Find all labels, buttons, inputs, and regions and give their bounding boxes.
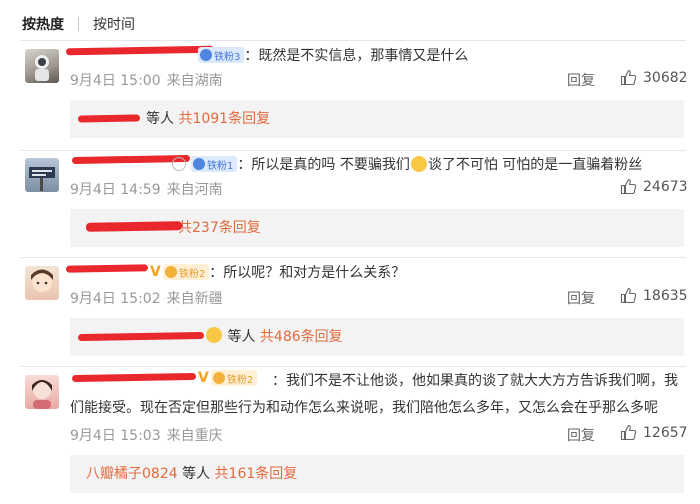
view-replies-link[interactable]: 共161条回复 xyxy=(215,466,298,482)
comment-text: ：既然是不实信息，那事情又是什么 xyxy=(244,48,469,64)
comment-location: 来自湖南 xyxy=(166,73,223,89)
thumbs-up-icon xyxy=(620,424,637,441)
reply-summary[interactable]: 等人 共1091条回复 xyxy=(70,100,684,138)
avatar[interactable] xyxy=(25,158,59,192)
reply-summary-mid: 等人 xyxy=(182,466,211,482)
redacted-username xyxy=(65,45,215,56)
thumbs-up-icon xyxy=(620,178,637,195)
fan-badge-label: 铁粉3 xyxy=(214,51,241,63)
comment-date: 9月4日 15:00 xyxy=(70,73,161,89)
tab-by-popularity[interactable]: 按热度 xyxy=(22,14,64,34)
view-replies-link[interactable]: 共1091条回复 xyxy=(178,111,270,127)
tab-separator xyxy=(78,17,79,31)
girl-avatar-icon xyxy=(31,269,53,292)
fan-badge: 铁粉2 xyxy=(162,264,210,280)
reply-button[interactable]: 回复 xyxy=(567,425,595,445)
comment-text: ：所以呢？和对方是什么关系？ xyxy=(209,265,406,281)
fan-badge-label: 铁粉2 xyxy=(178,268,206,280)
redacted-reply-user xyxy=(77,114,141,123)
comment-location: 来自河南 xyxy=(166,182,223,198)
comment-divider xyxy=(20,150,686,151)
verified-icon: V xyxy=(150,264,161,280)
view-replies-link[interactable]: 共486条回复 xyxy=(260,329,343,345)
portrait-avatar-icon xyxy=(32,380,52,409)
sign-avatar-icon xyxy=(29,167,55,191)
fan-badge: 铁粉1 xyxy=(191,156,238,172)
comment-date: 9月4日 15:03 xyxy=(70,428,161,444)
top-divider xyxy=(20,40,686,41)
like-button[interactable]: 18635 xyxy=(620,287,688,304)
reply-summary-mid: 等人 xyxy=(146,111,174,127)
fan-badge-icon xyxy=(193,158,205,170)
fan-badge: 铁粉3 xyxy=(198,47,245,63)
comment-location: 来自新疆 xyxy=(166,291,223,307)
fan-badge-icon xyxy=(200,49,212,61)
comment-meta: 9月4日 14:59 来自河南 xyxy=(70,179,223,199)
privacy-icon xyxy=(172,157,186,171)
reply-summary[interactable]: 共237条回复 xyxy=(70,209,684,247)
reply-summary-mid: 等人 xyxy=(227,329,256,345)
thumbs-up-icon xyxy=(620,69,637,86)
crying-emoji-icon xyxy=(410,156,427,172)
like-count: 12657 xyxy=(643,424,688,441)
fan-badge-label: 铁粉1 xyxy=(207,160,234,172)
comment-meta: 9月4日 15:02 来自新疆 xyxy=(70,288,223,308)
redacted-reply-user xyxy=(77,331,205,342)
emoji-icon xyxy=(206,327,222,343)
comment-text-continued: 谈了不可怕 可怕的是一直骗着粉丝 xyxy=(427,157,643,173)
fan-badge-icon xyxy=(164,266,177,278)
comment-header: V 铁粉2 ：所以呢？和对方是什么关系？ xyxy=(148,262,405,282)
avatar[interactable] xyxy=(25,49,59,83)
like-count: 30682 xyxy=(643,69,688,86)
reply-summary[interactable]: 八瓣橘子0824 等人 共161条回复 xyxy=(70,455,684,493)
comment-location: 来自重庆 xyxy=(166,428,223,444)
reply-user-link[interactable]: 八瓣橘子0824 xyxy=(86,466,178,482)
comment-divider xyxy=(20,366,686,367)
comment-header: 铁粉1 ：所以是真的吗 不要骗我们 谈了不可怕 可怕的是一直骗着粉丝 xyxy=(172,154,642,174)
reply-button[interactable]: 回复 xyxy=(567,288,595,308)
comment-meta: 9月4日 15:00 来自湖南 xyxy=(70,70,223,90)
avatar[interactable] xyxy=(25,266,59,300)
comment-header: 铁粉3 ：既然是不实信息，那事情又是什么 xyxy=(196,45,468,65)
redacted-username xyxy=(65,264,149,273)
comment-meta: 9月4日 15:03 来自重庆 xyxy=(70,425,223,445)
like-count: 24673 xyxy=(643,178,688,195)
avatar[interactable] xyxy=(25,375,59,409)
comment-divider xyxy=(20,257,686,258)
reply-summary[interactable]: 等人 共486条回复 xyxy=(70,318,684,356)
thumbs-up-icon xyxy=(620,287,637,304)
sort-tabs: 按热度 按时间 xyxy=(22,12,153,36)
like-button[interactable]: 24673 xyxy=(620,178,688,195)
like-count: 18635 xyxy=(643,287,688,304)
comment-text: ：所以是真的吗 不要骗我们 xyxy=(237,157,410,173)
like-button[interactable]: 30682 xyxy=(620,69,688,86)
comment-date: 9月4日 14:59 xyxy=(70,182,161,198)
comment-text: ：我们不是不让他谈，他如果真的谈了就大大方方告诉我们啊，我们能接受。现在否定但那… xyxy=(70,373,678,416)
astronaut-avatar-icon xyxy=(35,55,49,81)
like-button[interactable]: 12657 xyxy=(620,424,688,441)
view-replies-link[interactable]: 共237条回复 xyxy=(178,220,261,236)
comment-date: 9月4日 15:02 xyxy=(70,291,161,307)
reply-button[interactable]: 回复 xyxy=(567,70,595,90)
redacted-reply-user xyxy=(85,221,183,232)
tab-by-time[interactable]: 按时间 xyxy=(93,14,135,34)
